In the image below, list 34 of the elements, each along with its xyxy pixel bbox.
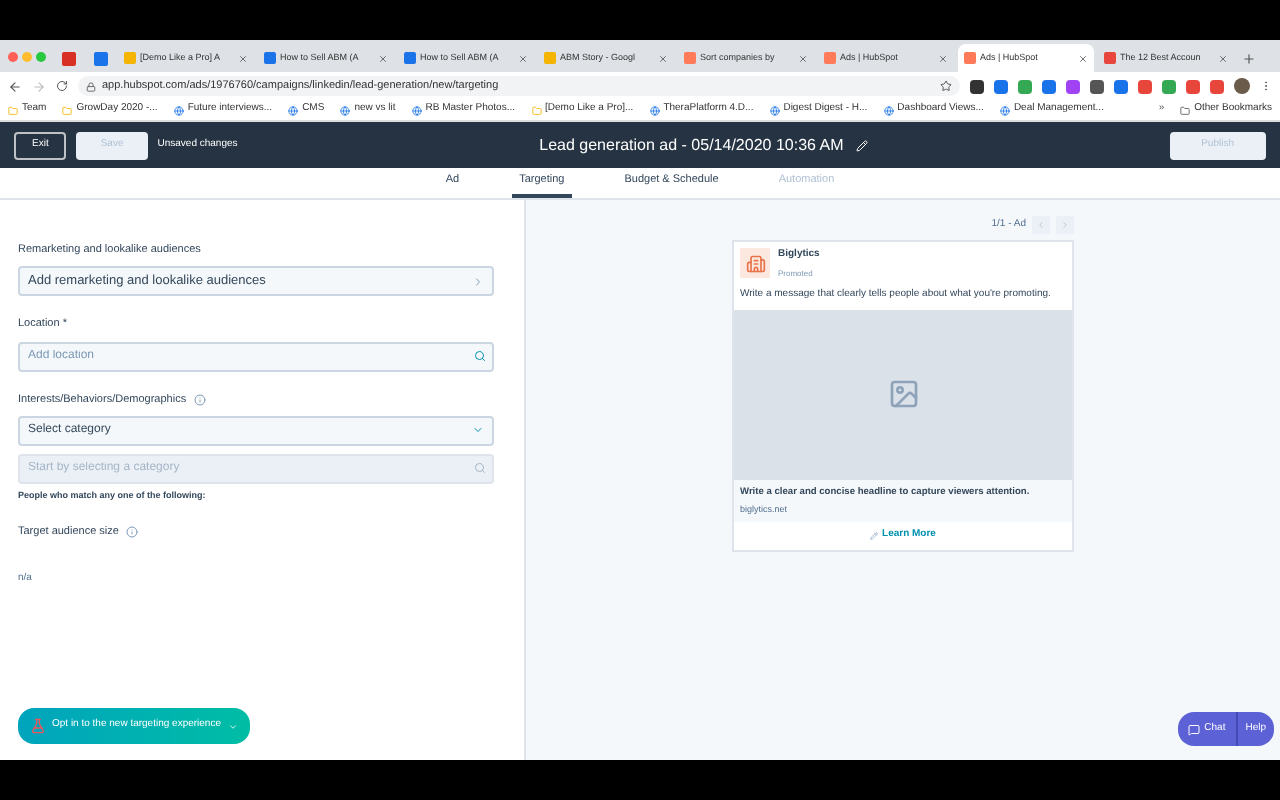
image-icon bbox=[887, 378, 919, 410]
close-window-icon[interactable] bbox=[8, 51, 18, 61]
folder-icon bbox=[531, 105, 541, 115]
chevron-right-icon bbox=[472, 275, 484, 288]
pencil-icon bbox=[870, 532, 879, 541]
caret-icon bbox=[472, 424, 484, 437]
folder-icon bbox=[1180, 105, 1191, 115]
globe-icon bbox=[340, 105, 351, 115]
globe-icon bbox=[411, 105, 422, 115]
chevron-right-icon bbox=[1060, 220, 1070, 230]
new-tab-icon[interactable] bbox=[1242, 52, 1256, 66]
bookmark-star-icon[interactable] bbox=[940, 80, 952, 92]
globe-icon bbox=[999, 105, 1010, 115]
search-icon bbox=[474, 462, 486, 475]
pencil-icon[interactable] bbox=[855, 139, 868, 151]
caret-icon bbox=[227, 721, 237, 731]
lock-icon bbox=[86, 81, 96, 91]
globe-icon bbox=[883, 105, 894, 115]
profile-avatar[interactable] bbox=[1234, 78, 1250, 94]
globe-icon bbox=[173, 105, 184, 115]
reload-icon[interactable] bbox=[56, 80, 68, 92]
back-icon[interactable] bbox=[8, 79, 22, 93]
globe-icon bbox=[769, 105, 780, 115]
globe-icon bbox=[649, 105, 660, 115]
globe-icon bbox=[288, 105, 299, 115]
chevron-left-icon bbox=[1036, 220, 1046, 230]
folder-icon bbox=[62, 105, 73, 115]
info-icon[interactable] bbox=[126, 525, 139, 538]
ad-title: Lead generation ad - 05/14/2020 10:36 AM bbox=[539, 133, 844, 157]
flask-icon bbox=[30, 718, 46, 734]
info-icon[interactable] bbox=[194, 393, 207, 406]
chat-icon bbox=[1188, 723, 1201, 735]
search-icon bbox=[474, 350, 486, 362]
folder-icon bbox=[8, 105, 18, 115]
